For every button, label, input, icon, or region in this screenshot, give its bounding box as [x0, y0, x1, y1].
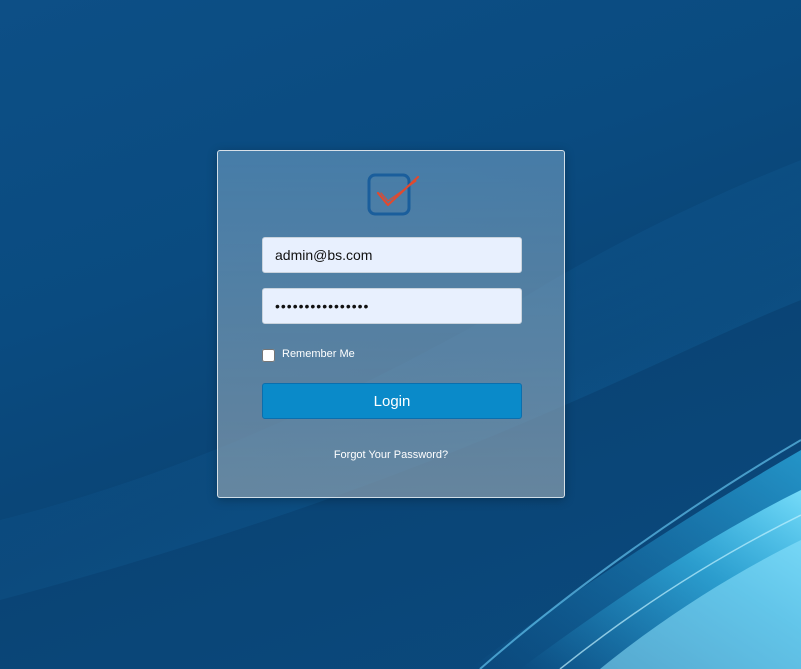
forgot-password-link[interactable]: Forgot Your Password? — [218, 449, 564, 461]
password-field[interactable] — [262, 288, 522, 324]
remember-me-row[interactable]: Remember Me — [262, 347, 355, 363]
remember-me-label[interactable]: Remember Me — [282, 348, 355, 360]
login-card: Remember Me Login Forgot Your Password? — [217, 150, 565, 498]
checkbox-check-icon — [367, 173, 420, 216]
remember-me-checkbox[interactable] — [262, 348, 275, 362]
email-field[interactable] — [262, 237, 522, 273]
login-button[interactable]: Login — [262, 383, 522, 419]
